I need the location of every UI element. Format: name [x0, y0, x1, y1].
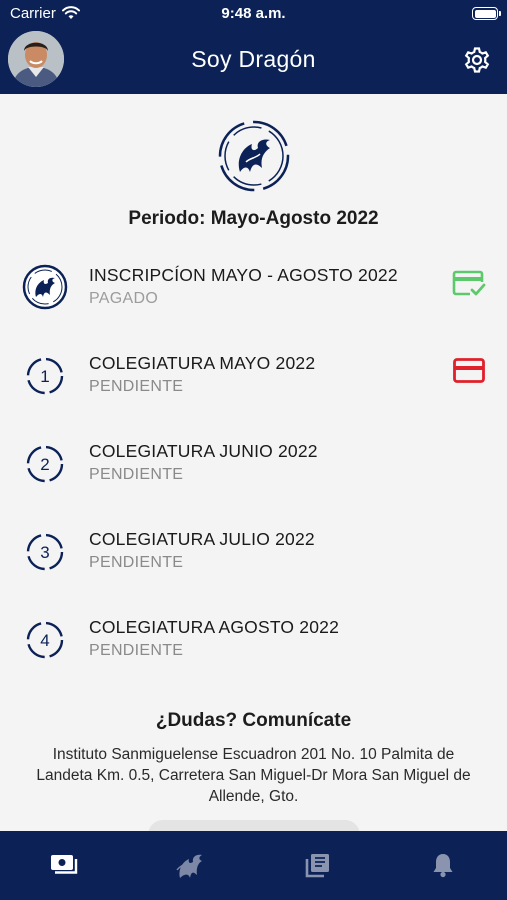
status-time: 9:48 a.m. [221, 5, 286, 22]
payment-title: COLEGIATURA MAYO 2022 [89, 353, 316, 373]
main-content[interactable]: Periodo: Mayo-Agosto 2022 INSCRIPCÍON MA… [0, 94, 507, 831]
payment-row-mayo[interactable]: 1 COLEGIATURA MAYO 2022 PENDIENTE [0, 353, 507, 417]
tab-bar [0, 831, 507, 900]
school-address: Instituto Sanmiguelense Escuadron 201 No… [36, 746, 471, 805]
payment-title: COLEGIATURA JULIO 2022 [89, 529, 315, 549]
number-circle-icon: 1 [26, 357, 64, 395]
payment-row-agosto[interactable]: 4 COLEGIATURA AGOSTO 2022 PENDIENTE [0, 617, 507, 681]
number-badge: 3 [40, 543, 49, 562]
payment-status: PAGADO [89, 290, 159, 307]
number-badge: 4 [40, 631, 49, 650]
payment-status: PENDIENTE [89, 642, 184, 659]
tab-notifications[interactable] [423, 845, 463, 885]
payments-icon [51, 855, 78, 874]
payment-status: PENDIENTE [89, 378, 184, 395]
number-circle-icon: 4 [26, 621, 64, 659]
app-title: Soy Dragón [191, 46, 316, 72]
help-title: ¿Dudas? Comunícate [155, 710, 352, 731]
status-bar: Carrier 9:48 a.m. [0, 0, 507, 28]
payment-row-julio[interactable]: 3 COLEGIATURA JULIO 2022 PENDIENTE [0, 529, 507, 593]
battery-icon [472, 7, 501, 20]
contact-button[interactable] [148, 820, 360, 831]
number-circle-icon: 3 [26, 533, 64, 571]
payment-row-junio[interactable]: 2 COLEGIATURA JUNIO 2022 PENDIENTE [0, 441, 507, 505]
number-badge: 2 [40, 455, 49, 474]
payment-row-inscripcion[interactable]: INSCRIPCÍON MAYO - AGOSTO 2022 PAGADO [0, 264, 507, 329]
paid-card-icon[interactable] [452, 268, 486, 298]
payment-title: COLEGIATURA AGOSTO 2022 [89, 617, 340, 637]
dragon-logo-icon [22, 264, 68, 310]
app-header: Carrier 9:48 a.m. Soy Dragón [0, 0, 507, 94]
payment-status: PENDIENTE [89, 466, 184, 483]
payment-title: COLEGIATURA JUNIO 2022 [89, 441, 318, 461]
pay-card-icon[interactable] [452, 356, 486, 386]
library-icon [305, 854, 329, 878]
gear-icon[interactable] [463, 46, 491, 74]
tab-library[interactable] [297, 845, 337, 885]
number-badge: 1 [40, 367, 49, 386]
bell-icon [433, 854, 453, 878]
dragon-logo-icon [176, 854, 202, 878]
number-circle-icon: 2 [26, 445, 64, 483]
payment-title: INSCRIPCÍON MAYO - AGOSTO 2022 [89, 265, 398, 285]
period-title: Periodo: Mayo-Agosto 2022 [128, 208, 379, 229]
tab-dragon[interactable] [170, 845, 210, 885]
dragon-logo-icon [218, 120, 290, 192]
payment-status: PENDIENTE [89, 554, 184, 571]
tab-payments[interactable] [44, 845, 84, 885]
